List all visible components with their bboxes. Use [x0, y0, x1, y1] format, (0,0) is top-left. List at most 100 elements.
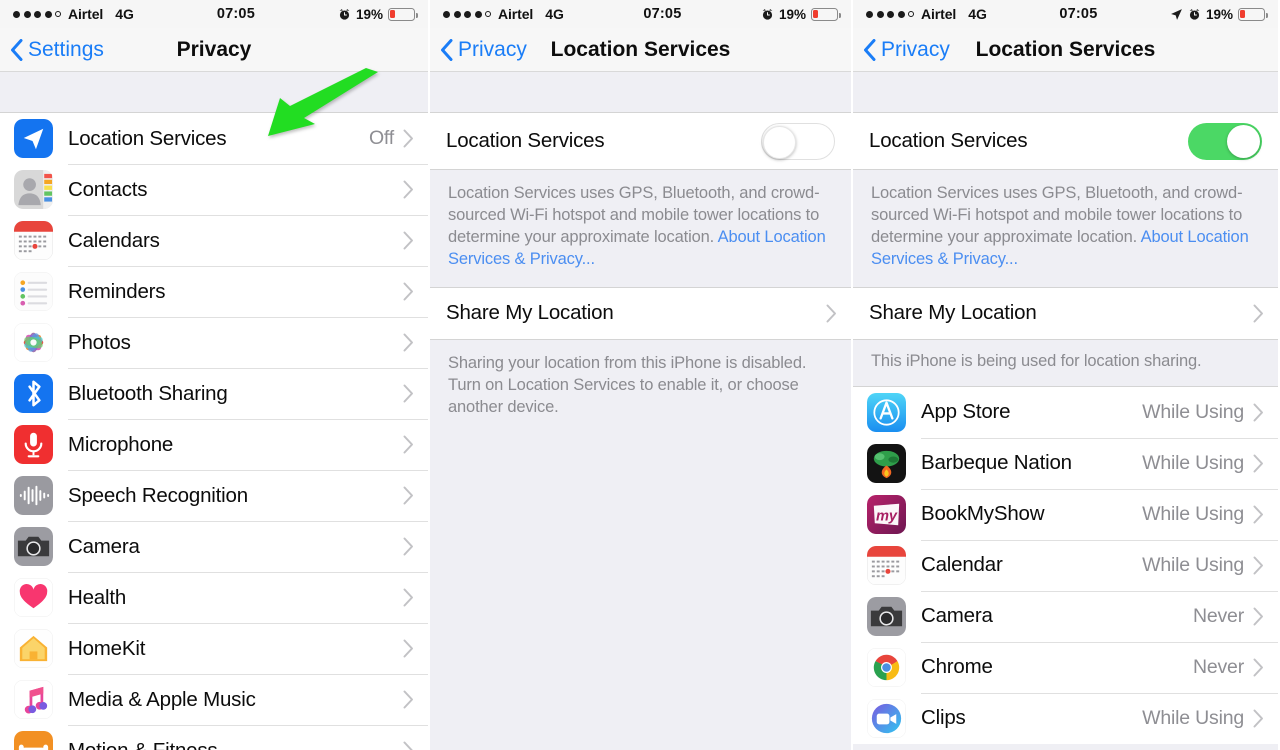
list-item[interactable]: Microphone — [0, 419, 428, 470]
list-item-value: While Using — [1142, 706, 1244, 729]
chevron-right-icon — [403, 282, 413, 301]
list-item[interactable]: Chrome Never — [853, 641, 1278, 693]
share-my-location-row[interactable]: Share My Location — [430, 287, 851, 339]
list-item[interactable]: Calendars — [0, 215, 428, 266]
list-item[interactable]: Calendar While Using — [853, 539, 1278, 591]
network-type: 4G — [545, 6, 564, 22]
calendar-icon — [867, 545, 906, 585]
clips-icon — [867, 698, 906, 738]
signal-strength-icon — [443, 10, 491, 18]
microphone-icon — [14, 425, 53, 464]
list-item[interactable]: Health — [0, 572, 428, 623]
list-item[interactable]: Barbeque Nation While Using — [853, 437, 1278, 489]
status-bar-left: Airtel 4G — [13, 6, 134, 22]
list-item[interactable]: Clips While Using — [853, 692, 1278, 744]
list-item-value: While Using — [1142, 451, 1244, 474]
location-services-toggle-row[interactable]: Location Services — [430, 113, 851, 169]
share-location-group: Share My Location — [853, 287, 1278, 339]
list-item-label: Barbeque Nation — [921, 451, 1072, 475]
list-item[interactable]: Media & Apple Music — [0, 674, 428, 725]
list-item-label: Camera — [921, 604, 993, 628]
list-item-label: Contacts — [68, 177, 148, 201]
list-item[interactable]: Reminders — [0, 266, 428, 317]
camera-icon — [14, 527, 53, 566]
list-item[interactable]: Bluetooth Sharing — [0, 368, 428, 419]
list-item[interactable]: Speech Recognition — [0, 470, 428, 521]
location-services-description: Location Services uses GPS, Bluetooth, a… — [853, 170, 1278, 287]
back-button-settings[interactable]: Settings — [0, 38, 104, 62]
location-services-content-on: Location Services Location Services uses… — [853, 72, 1278, 750]
motion-fitness-icon — [14, 731, 53, 750]
network-type: 4G — [968, 6, 987, 22]
list-item-label: Reminders — [68, 279, 166, 303]
list-item[interactable]: Camera Never — [853, 590, 1278, 642]
chevron-right-icon — [403, 537, 413, 556]
chevron-right-icon — [826, 304, 836, 323]
speech-recognition-icon — [14, 476, 53, 515]
location-toggle-group: Location Services — [430, 113, 851, 169]
alarm-clock-icon — [762, 8, 773, 20]
status-bar-2: Airtel 4G 07:05 19% — [430, 0, 851, 28]
status-bar-1: Airtel 4G 07:05 19% — [0, 0, 428, 28]
share-location-footer: Sharing your location from this iPhone i… — [430, 339, 851, 435]
list-item[interactable]: Photos — [0, 317, 428, 368]
screen-location-services-off: Airtel 4G 07:05 19% Privacy Location Ser… — [428, 0, 853, 750]
chevron-right-icon — [403, 588, 413, 607]
music-icon — [14, 680, 53, 719]
list-item[interactable]: Camera — [0, 521, 428, 572]
chevron-right-icon — [403, 129, 413, 148]
list-item-label: Calendars — [68, 228, 160, 252]
list-item[interactable]: Contacts — [0, 164, 428, 215]
back-button-label: Privacy — [881, 37, 950, 61]
list-item-label: Camera — [68, 534, 140, 558]
list-item-label: Chrome — [921, 655, 993, 679]
carrier-name: Airtel — [498, 6, 534, 22]
status-bar-right: 19% — [1170, 7, 1268, 22]
health-icon — [14, 578, 53, 617]
share-my-location-row[interactable]: Share My Location — [853, 287, 1278, 339]
location-services-switch[interactable] — [761, 122, 835, 160]
privacy-settings-list: Location Services Off Contacts Calendars Rem… — [0, 113, 428, 750]
status-bar-3: Airtel 4G 07:05 19% — [853, 0, 1278, 28]
list-item[interactable]: Motion & Fitness — [0, 725, 428, 750]
list-item-value: Off — [368, 127, 394, 149]
homekit-icon — [14, 629, 53, 668]
chevron-right-icon — [403, 690, 413, 709]
status-bar-right: 19% — [338, 7, 418, 22]
location-arrow-icon — [1171, 8, 1182, 20]
list-item[interactable]: HomeKit — [0, 623, 428, 674]
back-button-privacy[interactable]: Privacy — [853, 38, 950, 62]
status-bar-right: 19% — [761, 6, 841, 22]
chevron-right-icon — [1253, 658, 1263, 677]
bookmyshow-icon: my — [867, 494, 906, 534]
camera-icon — [867, 596, 906, 636]
nav-bar-1: Settings Privacy — [0, 28, 428, 72]
privacy-list-content: Location Services Off Contacts Calendars Rem… — [0, 72, 428, 750]
back-button-privacy[interactable]: Privacy — [430, 38, 527, 62]
chevron-right-icon — [403, 486, 413, 505]
list-item[interactable]: my BookMyShow While Using — [853, 488, 1278, 540]
list-item-label: Health — [68, 585, 127, 609]
network-type: 4G — [115, 6, 134, 22]
list-item-value: Never — [1192, 604, 1244, 627]
location-services-switch[interactable] — [1188, 122, 1262, 160]
battery-percentage: 19% — [778, 6, 806, 22]
chevron-right-icon — [403, 231, 413, 250]
list-item-value: Never — [1192, 655, 1244, 678]
clock: 07:05 — [216, 6, 255, 22]
reminders-icon — [14, 272, 53, 311]
location-services-toggle-row[interactable]: Location Services — [853, 113, 1278, 169]
list-item-label: Motion & Fitness — [68, 738, 218, 750]
chevron-right-icon — [1253, 304, 1263, 323]
list-item[interactable]: App Store While Using — [853, 386, 1278, 438]
list-item-label: Calendar — [921, 553, 1003, 577]
top-spacer — [430, 72, 851, 112]
list-item[interactable]: Location Services Off — [0, 113, 428, 164]
share-location-footer: This iPhone is being used for location s… — [853, 339, 1278, 386]
list-item-label: Clips — [921, 706, 966, 730]
chevron-right-icon — [403, 180, 413, 199]
share-location-group: Share My Location — [430, 287, 851, 339]
list-item-label: Speech Recognition — [68, 483, 248, 507]
list-item-label: Media & Apple Music — [68, 687, 256, 711]
screen-privacy: Airtel 4G 07:05 19% Settings Privacy Loc… — [0, 0, 428, 750]
